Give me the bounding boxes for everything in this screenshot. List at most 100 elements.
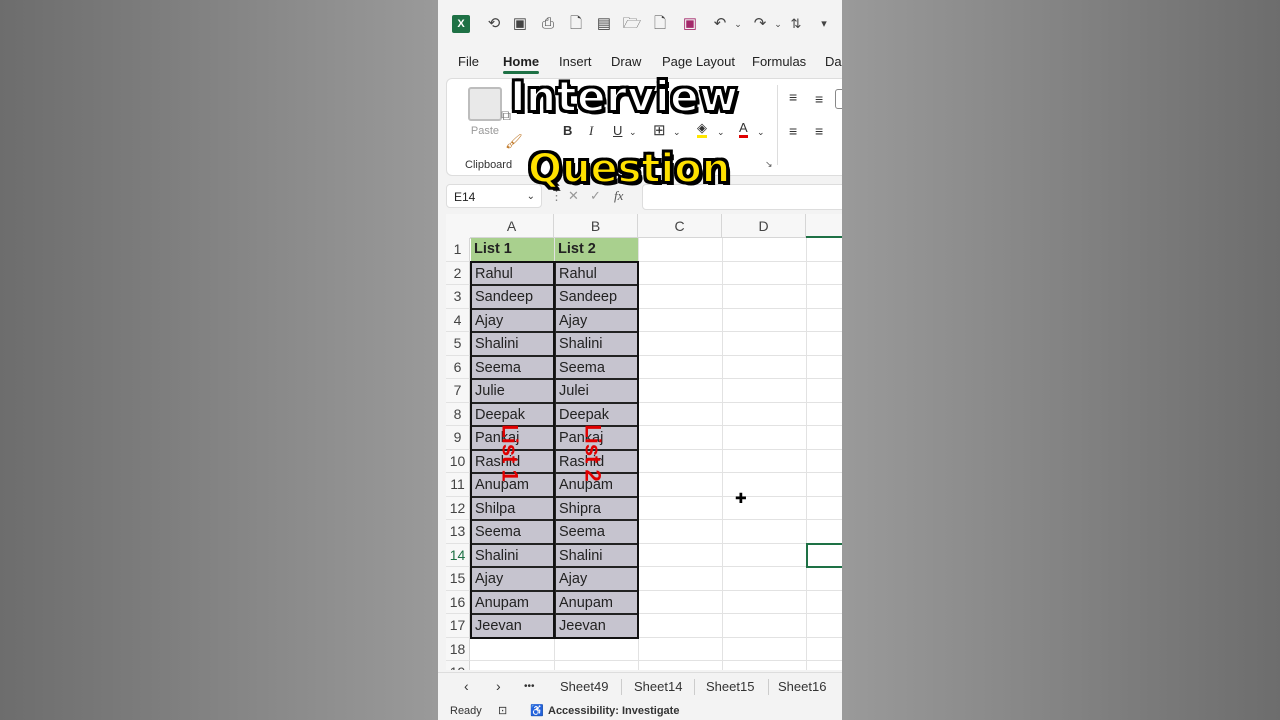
cell-list1[interactable]: Rahul (471, 261, 554, 285)
tab-data[interactable]: Da (825, 54, 842, 69)
undo-icon[interactable]: ↶ (710, 14, 730, 34)
column-header-e[interactable] (806, 214, 842, 238)
sort-icon[interactable]: ⇅ (786, 14, 806, 34)
row-header[interactable]: 19 (446, 661, 470, 670)
format-painter-icon[interactable]: 🖌 (505, 133, 523, 150)
bold-button[interactable]: B (563, 123, 572, 138)
active-cell-e14[interactable] (806, 543, 842, 568)
accessibility-icon[interactable]: ♿ (530, 704, 544, 717)
macro-record-icon[interactable]: ⊡ (498, 704, 507, 717)
cell-list2[interactable]: Julei (555, 379, 638, 403)
row-header[interactable]: 15 (446, 567, 470, 591)
cell-list2[interactable]: Sandeep (555, 285, 638, 309)
cell-list2[interactable]: Seema (555, 520, 638, 544)
cell-list1[interactable]: Deepak (471, 402, 554, 426)
open-folder-icon[interactable]: 🗁 (622, 14, 642, 34)
sheet-more-button[interactable]: ••• (524, 681, 535, 692)
customize-icon[interactable]: ▾ (814, 14, 834, 34)
column-header-b[interactable]: B (554, 214, 638, 238)
font-color-button[interactable]: A (739, 121, 748, 138)
sheet-tab-sheet49[interactable]: Sheet49 (560, 679, 608, 694)
row-header[interactable]: 2 (446, 261, 470, 285)
cell-list2[interactable]: Jeevan (555, 614, 638, 638)
cell-list1[interactable]: Jeevan (471, 614, 554, 638)
row-header[interactable]: 5 (446, 332, 470, 356)
underline-button[interactable]: U (613, 123, 622, 138)
document-icon[interactable]: 🗋 (566, 14, 586, 34)
print-icon[interactable]: ⎙ (538, 14, 558, 34)
align-top-icon[interactable]: ≡ (789, 89, 797, 105)
tab-file[interactable]: File (458, 54, 479, 69)
cell-list1[interactable]: Anupam (471, 590, 554, 614)
redo-icon[interactable]: ↷ (750, 14, 770, 34)
row-header[interactable]: 11 (446, 473, 470, 497)
row-header[interactable]: 1 (446, 238, 470, 262)
align-left-icon[interactable]: ≡ (789, 123, 797, 139)
cell-list2[interactable]: Shipra (555, 496, 638, 520)
row-header[interactable]: 13 (446, 520, 470, 544)
sheet-tab-sheet15[interactable]: Sheet15 (706, 679, 754, 694)
cell-a1[interactable]: List 1 (471, 238, 554, 262)
cell-list2[interactable]: Seema (555, 355, 638, 379)
row-header[interactable]: 16 (446, 590, 470, 614)
row-header[interactable]: 14 (446, 543, 470, 567)
cell-list1[interactable]: Sandeep (471, 285, 554, 309)
sheet-tab-sheet16[interactable]: Sheet16 (778, 679, 826, 694)
row-header[interactable]: 7 (446, 379, 470, 403)
cell-list1[interactable]: Seema (471, 520, 554, 544)
font-dialog-launcher-icon[interactable]: ↘ (765, 159, 773, 170)
autosave-icon[interactable]: ⟲ (484, 14, 504, 34)
row-header[interactable]: 9 (446, 426, 470, 450)
tab-page-layout[interactable]: Page Layout (662, 54, 735, 69)
column-header-c[interactable]: C (638, 214, 722, 238)
cell-list2[interactable]: Shalini (555, 332, 638, 356)
row-header[interactable]: 18 (446, 637, 470, 661)
tab-formulas[interactable]: Formulas (752, 54, 806, 69)
paste-button[interactable]: Paste (465, 87, 505, 137)
column-header-d[interactable]: D (722, 214, 806, 238)
accessibility-status[interactable]: Accessibility: Investigate (548, 705, 679, 717)
row-header[interactable]: 8 (446, 402, 470, 426)
tab-home[interactable]: Home (503, 54, 540, 74)
sheet-tab-sheet14[interactable]: Sheet14 (634, 679, 682, 694)
cell-list2[interactable]: Deepak (555, 402, 638, 426)
underline-dropdown-icon[interactable]: ⌄ (629, 127, 637, 138)
sheet-prev-button[interactable]: ‹ (464, 678, 469, 694)
sheet-next-button[interactable]: › (496, 678, 501, 694)
cell-list2[interactable]: Anupam (555, 590, 638, 614)
wrap-text-icon[interactable] (835, 89, 842, 109)
font-color-dropdown-icon[interactable]: ⌄ (757, 127, 765, 138)
cell-list1[interactable]: Ajay (471, 308, 554, 332)
cell-list2[interactable]: Ajay (555, 308, 638, 332)
cell-list1[interactable]: Shalini (471, 543, 554, 567)
screenshot-icon[interactable]: ▣ (510, 14, 530, 34)
cell-list2[interactable]: Shalini (555, 543, 638, 567)
redo-dropdown-icon[interactable]: ⌄ (768, 14, 788, 34)
fill-color-icon[interactable]: ◈ (697, 121, 707, 138)
tab-insert[interactable]: Insert (559, 54, 592, 69)
cell-list1[interactable]: Seema (471, 355, 554, 379)
cell-list1[interactable]: Shilpa (471, 496, 554, 520)
row-header[interactable]: 10 (446, 449, 470, 473)
new-file-icon[interactable]: 🗋 (650, 14, 670, 34)
row-header[interactable]: 17 (446, 614, 470, 638)
borders-dropdown-icon[interactable]: ⌄ (673, 127, 681, 138)
fill-dropdown-icon[interactable]: ⌄ (717, 127, 725, 138)
cell-b1[interactable]: List 2 (555, 238, 638, 262)
cell-list2[interactable]: Ajay (555, 567, 638, 591)
italic-button[interactable]: I (589, 123, 593, 139)
borders-icon[interactable]: ⊞ (653, 121, 666, 139)
align-center-icon[interactable]: ≡ (815, 123, 823, 139)
row-header[interactable]: 4 (446, 308, 470, 332)
select-all-corner[interactable] (446, 214, 471, 239)
cell-list2[interactable]: Rahul (555, 261, 638, 285)
pdf-icon[interactable]: ▤ (594, 14, 614, 34)
undo-dropdown-icon[interactable]: ⌄ (728, 14, 748, 34)
column-header-a[interactable]: A (470, 214, 554, 238)
spreadsheet-grid[interactable]: A B C D 12345678910111213141516171819 Li… (446, 214, 842, 670)
cell-list1[interactable]: Ajay (471, 567, 554, 591)
cell-list1[interactable]: Julie (471, 379, 554, 403)
row-header[interactable]: 6 (446, 355, 470, 379)
align-middle-icon[interactable]: ≡ (815, 91, 823, 107)
cell-list1[interactable]: Shalini (471, 332, 554, 356)
